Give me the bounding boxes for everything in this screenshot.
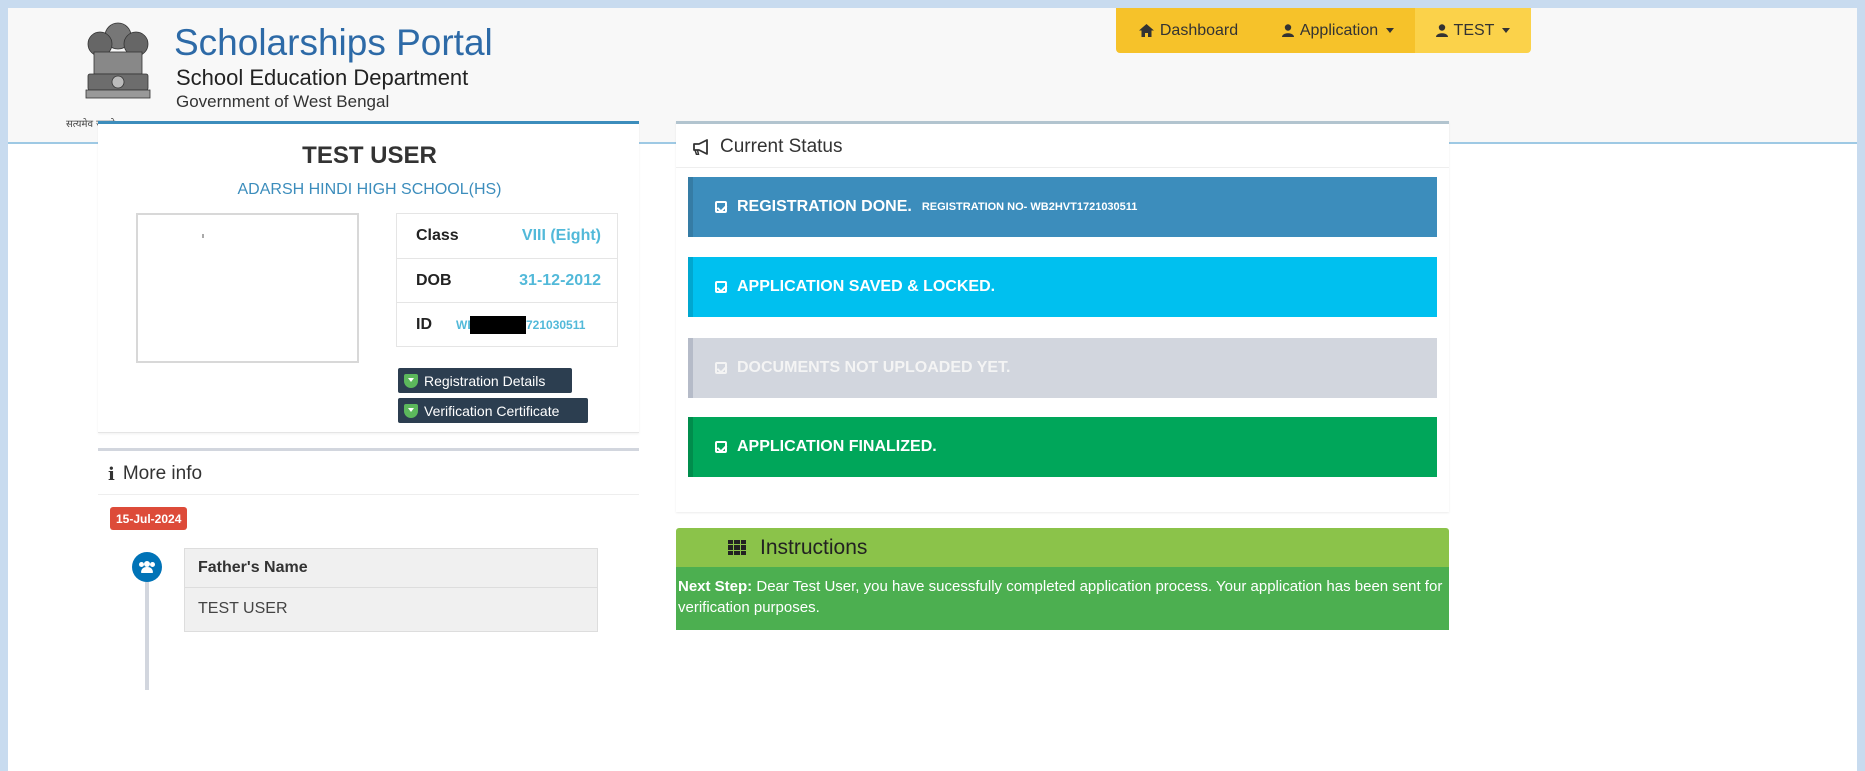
id-suffix: 721030511 — [526, 318, 586, 332]
status-application-locked: APPLICATION SAVED & LOCKED. — [688, 257, 1437, 317]
status-text: REGISTRATION DONE. — [737, 198, 912, 215]
timeline-line — [145, 570, 149, 690]
nav-application-label: Application — [1299, 21, 1379, 39]
check-square-icon — [715, 362, 727, 374]
nav-user-menu[interactable]: TEST — [1415, 8, 1531, 53]
info-row-dob: DOB 31-12-2012 — [397, 258, 617, 303]
nav-dashboard-label: Dashboard — [1159, 21, 1239, 39]
status-text: DOCUMENTS NOT UPLOADED YET. — [737, 359, 1011, 376]
father-name-value: TEST USER — [198, 600, 288, 617]
current-status-title: Current Status — [720, 136, 843, 157]
check-square-icon — [715, 281, 727, 293]
nav-dashboard[interactable]: Dashboard — [1116, 8, 1261, 53]
more-info-heading: i More info — [108, 463, 202, 485]
shield-icon — [404, 403, 418, 418]
state-emblem-icon — [85, 22, 151, 99]
info-icon: i — [108, 463, 115, 485]
nav-application[interactable]: Application — [1261, 8, 1415, 53]
father-name-label: Father's Name — [198, 559, 308, 576]
top-navigation: Dashboard Application TEST — [1116, 8, 1531, 53]
th-grid-icon — [728, 540, 746, 555]
info-row-id: ID WE 721030511 — [397, 302, 617, 347]
home-icon — [1138, 24, 1154, 37]
check-square-icon — [715, 441, 727, 453]
instructions-body: Next Step: Dear Test User, you have suce… — [676, 567, 1449, 630]
school-name: ADARSH HINDI HIGH SCHOOL(HS) — [237, 181, 502, 198]
divider — [98, 494, 639, 495]
status-text: APPLICATION SAVED & LOCKED. — [737, 278, 996, 295]
student-info-table: Class VIII (Eight) DOB 31-12-2012 ID WE … — [396, 213, 618, 347]
registration-number: REGISTRATION NO- WB2HVT1721030511 — [921, 201, 1138, 213]
status-text: APPLICATION FINALIZED. — [737, 438, 937, 455]
dob-value: 31-12-2012 — [519, 272, 601, 289]
verification-certificate-label: Verification Certificate — [424, 402, 560, 419]
caret-down-icon — [1386, 28, 1395, 33]
status-application-finalized: APPLICATION FINALIZED. — [688, 417, 1437, 477]
next-step-label: Next Step: — [678, 578, 753, 595]
caret-down-icon — [1502, 28, 1511, 33]
status-documents-pending: DOCUMENTS NOT UPLOADED YET. — [688, 338, 1437, 398]
instructions-text: Dear Test User, you have sucessfully com… — [678, 578, 1443, 616]
current-status-heading: Current Status — [690, 136, 843, 158]
timeline-item: Father's Name TEST USER — [184, 548, 598, 632]
users-icon — [132, 552, 162, 582]
timeline-date-badge: 15-Jul-2024 — [110, 507, 188, 530]
user-icon — [1281, 24, 1294, 37]
id-label: ID — [416, 316, 432, 333]
registration-details-label: Registration Details — [424, 372, 546, 389]
info-row-class: Class VIII (Eight) — [397, 214, 617, 258]
user-icon — [1435, 24, 1448, 37]
instructions-header: Instructions — [676, 528, 1449, 567]
redaction-bar — [470, 316, 526, 334]
dob-label: DOB — [416, 272, 452, 289]
student-name: TEST USER — [302, 142, 437, 169]
divider — [676, 167, 1449, 168]
registration-details-button[interactable]: Registration Details — [398, 368, 572, 393]
instructions-title: Instructions — [760, 535, 868, 559]
status-registration-done: REGISTRATION DONE. REGISTRATION NO- WB2H… — [688, 177, 1437, 237]
government-name: Government of West Bengal — [176, 92, 390, 111]
shield-icon — [404, 373, 418, 388]
department-name: School Education Department — [176, 65, 469, 90]
portal-title[interactable]: Scholarships Portal — [174, 22, 493, 64]
timeline-item-header: Father's Name — [185, 549, 597, 588]
photo-placeholder — [202, 234, 204, 238]
check-square-icon — [715, 201, 727, 213]
nav-user-label: TEST — [1453, 21, 1495, 39]
more-info-title: More info — [122, 463, 203, 484]
class-value: VIII (Eight) — [521, 227, 601, 244]
bullhorn-icon — [693, 139, 708, 155]
verification-certificate-button[interactable]: Verification Certificate — [398, 398, 588, 423]
class-label: Class — [416, 227, 459, 244]
student-photo — [136, 213, 359, 363]
